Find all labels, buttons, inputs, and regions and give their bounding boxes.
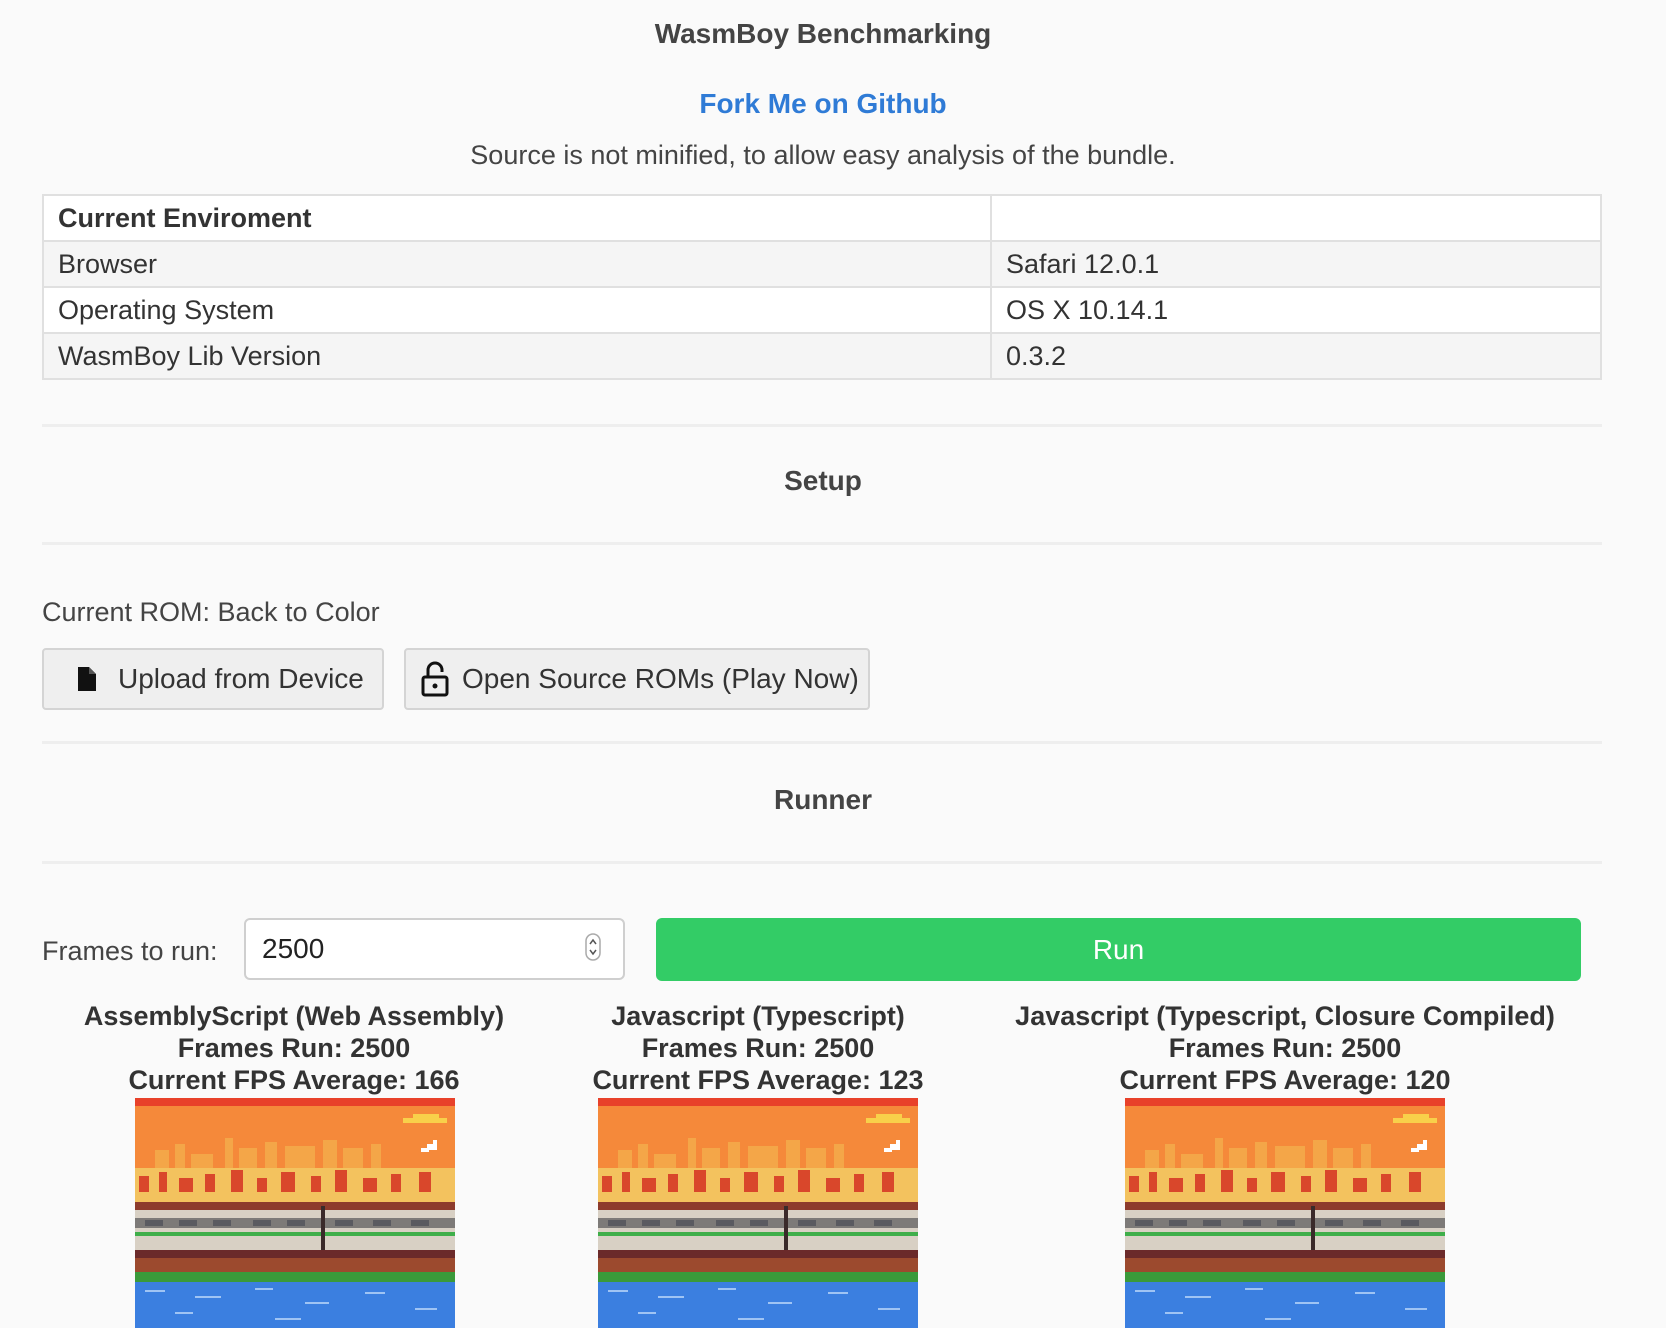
- env-label: Operating System: [42, 286, 992, 334]
- setup-title: Setup: [784, 465, 862, 496]
- table-row: Operating System OS X 10.14.1: [42, 286, 1602, 334]
- result-javascript-closure: Javascript (Typescript, Closure Compiled…: [985, 1000, 1585, 1096]
- source-note: Source is not minified, to allow easy an…: [470, 140, 1176, 170]
- fork-github-link[interactable]: Fork Me on Github: [0, 88, 1646, 120]
- divider: [42, 861, 1602, 864]
- upload-from-device-button[interactable]: Upload from Device: [42, 648, 384, 710]
- table-header-row: Current Enviroment: [42, 194, 1602, 242]
- result-fps: Current FPS Average: 123: [592, 1065, 924, 1095]
- environment-heading-empty: [990, 194, 1602, 242]
- environment-heading: Current Enviroment: [42, 194, 992, 242]
- env-label: Browser: [42, 240, 992, 288]
- stepper-icon[interactable]: [585, 932, 601, 966]
- result-name: AssemblyScript (Web Assembly): [83, 1001, 505, 1031]
- result-frames: Frames Run: 2500: [177, 1033, 411, 1063]
- env-label: WasmBoy Lib Version: [42, 332, 992, 380]
- unlock-icon: [420, 661, 450, 697]
- result-javascript: Javascript (Typescript) Frames Run: 2500…: [508, 1000, 1008, 1096]
- file-icon: [76, 666, 98, 692]
- frames-value: 2500: [262, 933, 325, 964]
- result-frames: Frames Run: 2500: [641, 1033, 875, 1063]
- env-value: 0.3.2: [990, 332, 1602, 380]
- divider: [42, 424, 1602, 427]
- open-source-button-label: Open Source ROMs (Play Now): [462, 663, 859, 694]
- current-rom-label: Current ROM: Back to Color: [42, 597, 380, 627]
- divider: [42, 741, 1602, 744]
- result-assemblyscript: AssemblyScript (Web Assembly) Frames Run…: [44, 1000, 544, 1096]
- result-frames: Frames Run: 2500: [1168, 1033, 1402, 1063]
- open-source-roms-button[interactable]: Open Source ROMs (Play Now): [404, 648, 870, 710]
- upload-button-label: Upload from Device: [118, 663, 364, 694]
- environment-table: Current Enviroment Browser Safari 12.0.1…: [42, 194, 1602, 380]
- game-screen: [1125, 1098, 1445, 1328]
- result-name: Javascript (Typescript, Closure Compiled…: [1015, 1001, 1555, 1031]
- table-row: Browser Safari 12.0.1: [42, 240, 1602, 288]
- frames-input[interactable]: 2500: [244, 918, 625, 980]
- page-title: WasmBoy Benchmarking: [654, 18, 992, 49]
- result-name: Javascript (Typescript): [611, 1001, 905, 1031]
- result-fps: Current FPS Average: 120: [1119, 1065, 1451, 1095]
- run-button[interactable]: Run: [656, 918, 1581, 981]
- table-row: WasmBoy Lib Version 0.3.2: [42, 332, 1602, 380]
- env-value: OS X 10.14.1: [990, 286, 1602, 334]
- divider: [42, 542, 1602, 545]
- game-screen: [135, 1098, 455, 1328]
- result-fps: Current FPS Average: 166: [128, 1065, 460, 1095]
- env-value: Safari 12.0.1: [990, 240, 1602, 288]
- runner-title: Runner: [774, 784, 872, 815]
- frames-label: Frames to run:: [42, 936, 218, 966]
- game-screen: [598, 1098, 918, 1328]
